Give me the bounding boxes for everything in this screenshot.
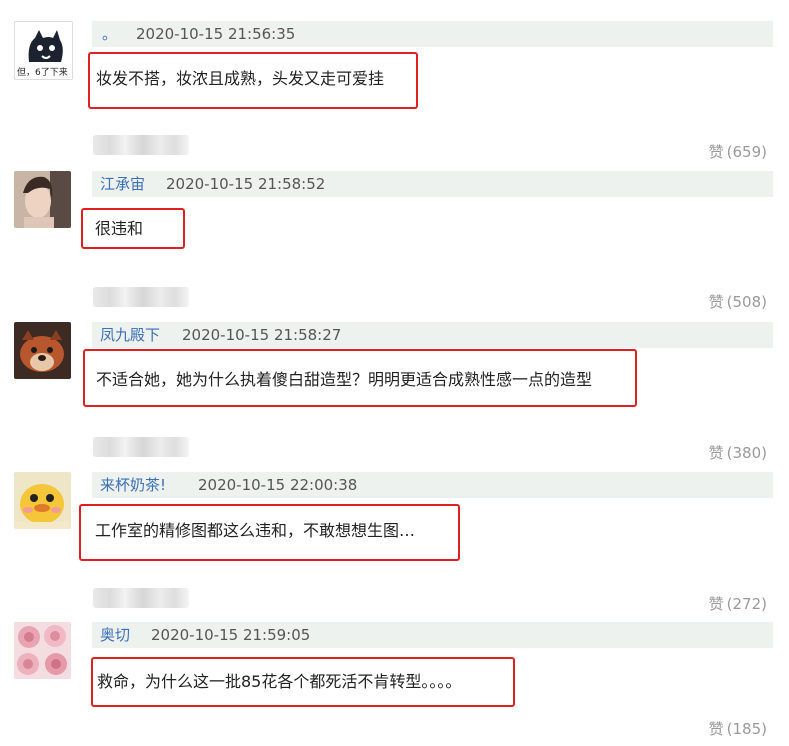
photo-woman-avatar-icon <box>14 171 71 228</box>
like-count: (272) <box>726 595 767 613</box>
like-label: 赞 <box>708 720 724 738</box>
username-link[interactable]: 奥切 <box>100 622 130 648</box>
blurred-reply-preview <box>93 588 189 608</box>
username-link[interactable]: 。 <box>102 21 117 47</box>
timestamp: 2020-10-15 21:56:35 <box>136 25 296 43</box>
comment-meta-bar: 凤九殿下 2020-10-15 21:58:27 <box>92 322 773 348</box>
fox-avatar-icon <box>14 322 71 379</box>
comment-text: 很违和 <box>95 219 144 238</box>
timestamp: 2020-10-15 21:59:05 <box>151 626 311 644</box>
comment-meta-bar: 奥切 2020-10-15 21:59:05 <box>92 622 773 648</box>
blurred-reply-preview <box>93 437 189 457</box>
pink-roses-avatar-icon <box>14 622 71 679</box>
like-label: 赞 <box>708 595 724 613</box>
username-link[interactable]: 江承宙 <box>100 171 145 197</box>
like-label: 赞 <box>708 143 724 161</box>
comment-meta-bar: 。 2020-10-15 21:56:35 <box>92 21 773 47</box>
comment-text: 妆发不搭，妆浓且成熟，头发又走可爱挂 <box>96 69 385 88</box>
avatar-caption: 但，6了下来 <box>17 68 68 78</box>
comment-text: 不适合她，她为什么执着傻白甜造型？明明更适合成熟性感一点的造型 <box>96 370 593 389</box>
username-link[interactable]: 凤九殿下 <box>100 322 160 348</box>
avatar[interactable] <box>14 472 71 529</box>
avatar[interactable]: 但，6了下来 <box>14 21 73 80</box>
avatar[interactable] <box>14 322 71 379</box>
like-count: (380) <box>726 444 767 462</box>
comment-meta-bar: 江承宙 2020-10-15 21:58:52 <box>92 171 773 197</box>
comment-text: 工作室的精修图都这么违和，不敢想想生图… <box>95 521 416 540</box>
comment-meta-bar: 来杯奶茶! 2020-10-15 22:00:38 <box>92 472 773 498</box>
like-button[interactable]: 赞 (508) <box>709 291 767 312</box>
username-link[interactable]: 来杯奶茶! <box>100 472 166 498</box>
like-count: (508) <box>726 293 767 311</box>
like-count: (659) <box>726 143 767 161</box>
like-count: (185) <box>726 720 767 738</box>
timestamp: 2020-10-15 22:00:38 <box>198 476 358 494</box>
like-button[interactable]: 赞 (272) <box>709 593 767 614</box>
like-label: 赞 <box>708 293 724 311</box>
timestamp: 2020-10-15 21:58:27 <box>182 326 342 344</box>
like-button[interactable]: 赞 (659) <box>709 141 767 162</box>
blurred-reply-preview <box>93 135 189 155</box>
like-button[interactable]: 赞 (185) <box>709 718 767 739</box>
avatar[interactable] <box>14 171 71 228</box>
blurred-reply-preview <box>93 287 189 307</box>
yellow-duck-avatar-icon <box>14 472 71 529</box>
like-button[interactable]: 赞 (380) <box>709 442 767 463</box>
timestamp: 2020-10-15 21:58:52 <box>166 175 326 193</box>
comment-text: 救命，为什么这一批85花各个都死活不肯转型。。。。 <box>97 672 462 691</box>
avatar[interactable] <box>14 622 71 679</box>
like-label: 赞 <box>708 444 724 462</box>
